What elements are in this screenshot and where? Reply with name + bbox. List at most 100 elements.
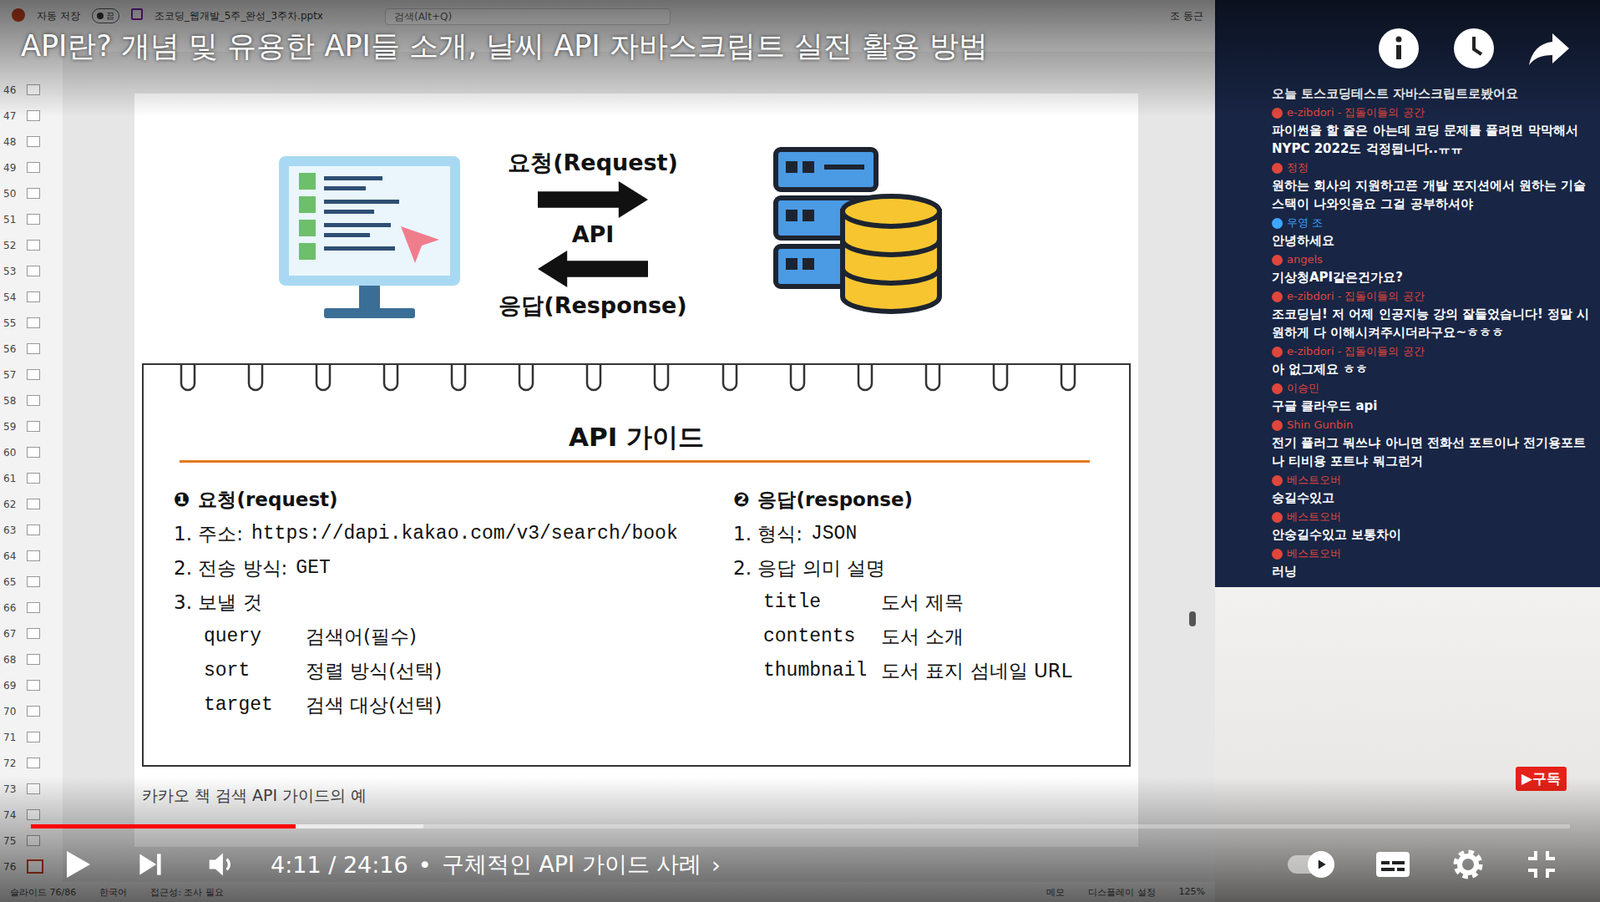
- avatar-icon: [1271, 291, 1283, 303]
- slide-number: 58: [3, 394, 21, 407]
- next-icon[interactable]: [135, 849, 166, 880]
- slide-thumbnail[interactable]: 61: [0, 465, 63, 492]
- avatar-icon: [1271, 383, 1283, 395]
- settings-gear-icon[interactable]: [1451, 847, 1485, 882]
- chat-message: 이승민 구글 클라우드 api: [1271, 379, 1594, 416]
- slide-thumbnail[interactable]: 54: [0, 283, 63, 310]
- guide-item: 1. 형식: JSON: [733, 516, 1130, 552]
- slide-number: 49: [3, 162, 21, 174]
- slide-thumbnail[interactable]: 56: [0, 335, 63, 362]
- slide-number: 51: [3, 213, 21, 226]
- slide-thumbnail[interactable]: 70: [0, 698, 63, 725]
- param-key: target: [203, 688, 306, 723]
- chat-message: 우영 조 안녕하세요: [1271, 214, 1594, 250]
- thumbnail-box: [26, 550, 41, 562]
- slide-thumbnail[interactable]: 57: [0, 361, 63, 388]
- volume-icon[interactable]: [207, 849, 238, 880]
- thumbnail-box: [26, 705, 41, 717]
- slide-thumbnail[interactable]: 49: [0, 154, 63, 181]
- thumbnail-box: [26, 446, 41, 458]
- api-guide-note: API 가이드 ❶ 요청(request) 1. 주소: https://dap…: [141, 363, 1131, 767]
- slide-number: 59: [3, 420, 21, 433]
- exit-fullscreen-icon[interactable]: [1524, 847, 1559, 882]
- slide-thumbnail[interactable]: 71: [0, 724, 63, 750]
- youtube-player[interactable]: 자동 저장 끔 조코딩_웹개발_5주_완성_3주차.pptx 검색(Alt+Q)…: [0, 0, 1600, 902]
- ring-icon: [312, 363, 335, 397]
- slide-number: 56: [3, 343, 21, 355]
- chapter-arrow[interactable]: ›: [711, 851, 721, 878]
- powerpoint-window: 자동 저장 끔 조코딩_웹개발_5주_완성_3주차.pptx 검색(Alt+Q)…: [0, 0, 1216, 902]
- thumbnail-box: [26, 731, 41, 743]
- slide-thumbnail[interactable]: 58: [0, 387, 63, 414]
- chat-text: 안녕하세요: [1271, 231, 1594, 250]
- chat-text: 아 없그제요 ㅎㅎ: [1271, 359, 1594, 379]
- slide-thumbnail[interactable]: 64: [0, 542, 63, 569]
- thumbnail-box: [26, 265, 41, 277]
- slide-thumbnail[interactable]: 59: [0, 413, 63, 440]
- ring-icon: [177, 363, 199, 397]
- slide-number: 50: [3, 187, 21, 200]
- guide-param: thumbnail 도서 표지 섬네일 URL: [733, 653, 1130, 689]
- chat-text: 파이썬을 할 줄은 아는데 코딩 문제를 풀려면 막막해서 NYPC 2022도…: [1271, 121, 1594, 158]
- vertical-scrollbar[interactable]: [1188, 93, 1197, 812]
- param-desc: 정렬 방식(선택): [305, 653, 442, 689]
- slide-thumbnail[interactable]: 69: [0, 672, 63, 699]
- slide-thumbnail[interactable]: 50: [0, 180, 63, 207]
- chat-message: 베스트오버 러닝: [1271, 545, 1594, 581]
- ring-icon: [582, 363, 605, 397]
- scroll-thumb[interactable]: [1189, 611, 1196, 627]
- slide-thumbnail[interactable]: 63: [0, 516, 63, 543]
- share-icon[interactable]: [1527, 26, 1571, 71]
- ring-icon: [515, 363, 537, 397]
- slide-thumbnail[interactable]: 62: [0, 491, 63, 517]
- chat-text: 기상청API같은건가요?: [1271, 268, 1594, 287]
- video-title[interactable]: API란? 개념 및 유용한 API들 소개, 날씨 API 자바스크립트 실전…: [20, 25, 988, 67]
- slide-thumbnail[interactable]: 60: [0, 439, 63, 466]
- ring-icon: [379, 363, 402, 397]
- ring-icon: [921, 363, 944, 397]
- slide-number: 70: [3, 705, 21, 718]
- video-frame: 자동 저장 끔 조코딩_웹개발_5주_완성_3주차.pptx 검색(Alt+Q)…: [0, 0, 1600, 902]
- slide-number: 63: [3, 524, 21, 537]
- avatar-icon: [1271, 420, 1283, 431]
- clock-icon[interactable]: [1452, 26, 1496, 71]
- play-icon[interactable]: [60, 847, 94, 882]
- slide-thumbnail[interactable]: 51: [0, 206, 63, 233]
- request-label: 요청(Request): [507, 147, 679, 178]
- slide-thumbnail[interactable]: 72: [0, 749, 63, 776]
- subtitles-button[interactable]: [1374, 849, 1412, 880]
- thumbnail-box: [26, 369, 41, 380]
- ring-icon: [989, 363, 1012, 397]
- autoplay-toggle[interactable]: [1287, 855, 1335, 874]
- section-heading: ❷ 응답(response): [733, 482, 1130, 517]
- slide-number: 69: [3, 679, 21, 692]
- ring-icon: [244, 363, 267, 397]
- autoplay-play-icon: [1314, 857, 1328, 871]
- guide-divider: [179, 460, 1090, 463]
- slide-thumbnail[interactable]: 53: [0, 258, 63, 284]
- chat-author: 정정: [1271, 159, 1594, 177]
- slide-thumbnail[interactable]: 67: [0, 620, 63, 647]
- chapter-title[interactable]: 구체적인 API 가이드 사례: [441, 849, 702, 880]
- guide-item: 3. 보낼 것: [173, 585, 734, 620]
- thumbnail-box: [26, 394, 41, 406]
- guide-title: API 가이드: [143, 420, 1130, 454]
- slide-thumbnail[interactable]: 48: [0, 128, 63, 155]
- slide-thumbnail[interactable]: 66: [0, 594, 63, 621]
- slide-number: 62: [3, 498, 21, 511]
- slide-thumbnail[interactable]: 65: [0, 568, 63, 595]
- progress-bar[interactable]: [30, 824, 1570, 829]
- slide-thumbnail[interactable]: 52: [0, 232, 63, 259]
- request-response-arrows: 요청(Request) API 응답(Response): [501, 147, 685, 321]
- slide-number: 48: [3, 136, 21, 148]
- thumbnail-box: [26, 679, 41, 691]
- player-controls: 4:11 / 24:16 • 구체적인 API 가이드 사례 ›: [0, 776, 1600, 902]
- computer-icon: [275, 152, 464, 329]
- info-icon[interactable]: [1377, 26, 1421, 71]
- chat-message: angels 기상청API같은건가요?: [1271, 251, 1594, 287]
- slide-number: 53: [3, 265, 21, 278]
- slide-thumbnail[interactable]: 68: [0, 646, 63, 673]
- ppt-main: 46 47 48 49 50 51 52 53 54 55 56 57 58 5…: [0, 51, 1216, 882]
- slide-thumbnail[interactable]: 55: [0, 309, 63, 336]
- thumbnail-box: [26, 576, 41, 588]
